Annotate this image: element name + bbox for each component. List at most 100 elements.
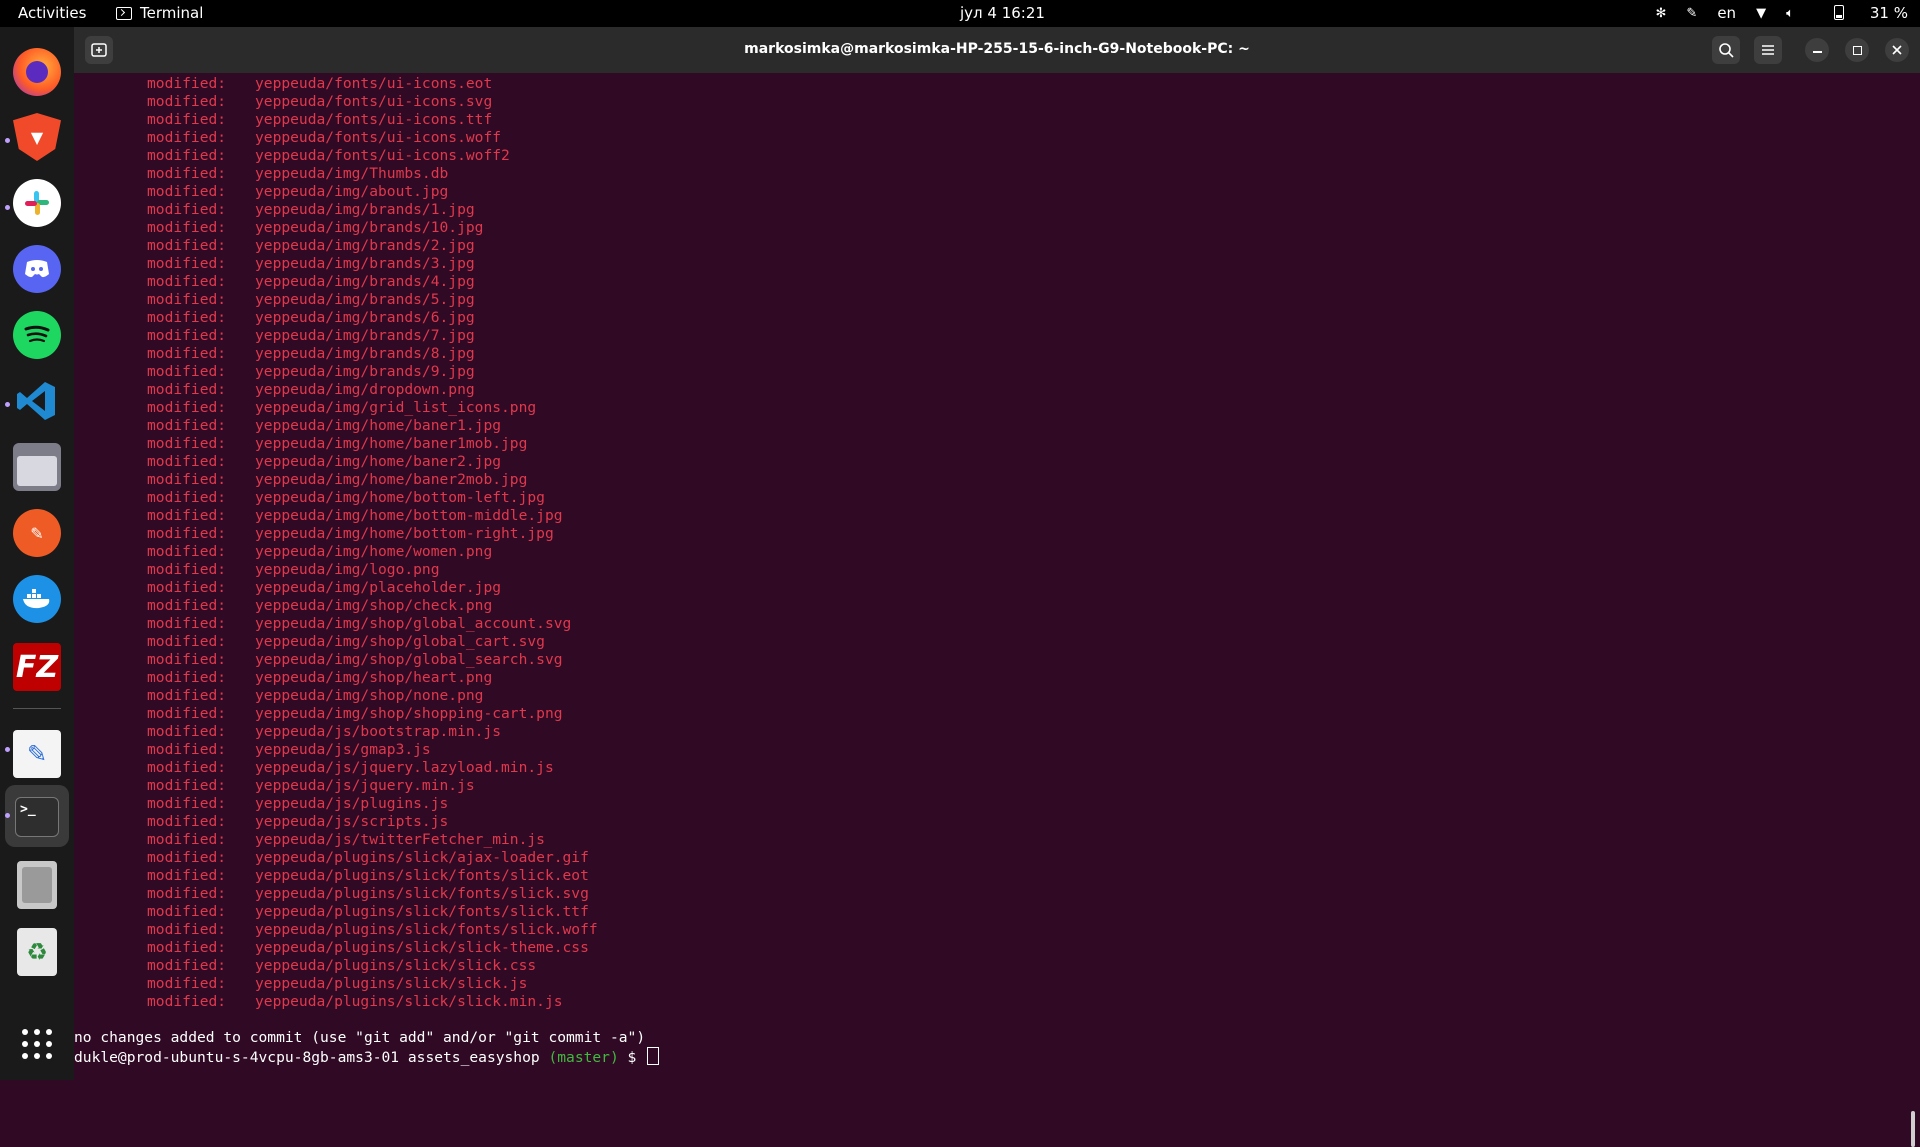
file-path: yeppeuda/img/shop/global_search.svg — [255, 651, 563, 668]
filezilla-icon[interactable]: FZ — [13, 643, 61, 691]
text-editor-icon[interactable]: ✎ — [13, 730, 61, 778]
search-icon — [1719, 43, 1734, 58]
firefox-icon[interactable] — [13, 48, 61, 96]
status-keyword: modified: — [147, 75, 227, 92]
file-path: yeppeuda/js/jquery.lazyload.min.js — [255, 759, 554, 776]
system-tray[interactable]: ✻ ✎ en ▼ 🔈︎ 31 % — [1636, 4, 1908, 22]
running-indicator — [5, 747, 10, 752]
terminal-output[interactable]: modified: yeppeuda/fonts/ui-icons.eot modi… — [74, 73, 1920, 1147]
file-path: yeppeuda/plugins/slick/fonts/slick.svg — [255, 885, 589, 902]
file-path: yeppeuda/fonts/ui-icons.woff — [255, 129, 502, 146]
file-path: yeppeuda/img/brands/3.jpg — [255, 255, 475, 272]
file-path: yeppeuda/fonts/ui-icons.woff2 — [255, 147, 510, 164]
file-path: yeppeuda/img/home/bottom-middle.jpg — [255, 507, 563, 524]
file-path: yeppeuda/img/brands/9.jpg — [255, 363, 475, 380]
battery-icon — [1833, 5, 1844, 20]
file-path: yeppeuda/plugins/slick/fonts/slick.eot — [255, 867, 589, 884]
status-keyword: modified: — [147, 525, 227, 542]
activities-button[interactable]: Activities — [18, 4, 86, 22]
status-keyword: modified: — [147, 183, 227, 200]
restore-icon — [1852, 45, 1862, 55]
status-keyword: modified: — [147, 813, 227, 830]
status-keyword: modified: — [147, 417, 227, 434]
file-path: yeppeuda/img/shop/global_account.svg — [255, 615, 572, 632]
app-name: Terminal — [140, 4, 204, 22]
status-keyword: modified: — [147, 453, 227, 470]
file-path: yeppeuda/img/home/baner2.jpg — [255, 453, 502, 470]
scrollbar[interactable] — [1911, 1111, 1915, 1147]
file-path: yeppeuda/img/shop/shopping-cart.png — [255, 705, 563, 722]
file-path: yeppeuda/img/brands/8.jpg — [255, 345, 475, 362]
file-path: yeppeuda/img/shop/heart.png — [255, 669, 493, 686]
docker-logo — [23, 589, 50, 609]
status-keyword: modified: — [147, 381, 227, 398]
language-indicator[interactable]: en — [1717, 4, 1736, 22]
slack-icon[interactable] — [13, 179, 61, 227]
prompt-branch: (master) — [548, 1049, 619, 1066]
app-menu[interactable]: Terminal — [116, 4, 203, 22]
git-status-footer: no changes added to commit (use "git add… — [74, 1029, 646, 1046]
vscode-logo — [17, 382, 55, 420]
vscode-icon[interactable] — [13, 377, 61, 425]
restore-button[interactable] — [1845, 38, 1869, 62]
shell-prompt[interactable]: dukle@prod-ubuntu-s-4vcpu-8gb-ams3-01 as… — [74, 1047, 660, 1066]
pen-icon[interactable]: ✎ — [1686, 6, 1697, 21]
running-indicator — [5, 138, 10, 143]
discord-logo — [25, 260, 49, 278]
file-path: yeppeuda/img/about.jpg — [255, 183, 449, 200]
file-path: yeppeuda/js/jquery.min.js — [255, 777, 475, 794]
disks-icon[interactable] — [17, 861, 57, 909]
file-path: yeppeuda/js/bootstrap.min.js — [255, 723, 502, 740]
extension-icon[interactable]: ✻ — [1656, 6, 1667, 21]
close-button[interactable] — [1885, 38, 1909, 62]
status-keyword: modified: — [147, 759, 227, 776]
docker-icon[interactable] — [13, 575, 61, 623]
trash-icon[interactable]: ♻ — [17, 928, 57, 976]
discord-icon[interactable] — [13, 245, 61, 293]
status-keyword: modified: — [147, 687, 227, 704]
wifi-icon[interactable]: ▼ — [1756, 6, 1766, 21]
brave-icon[interactable]: ▼ — [13, 113, 61, 161]
menu-button[interactable] — [1754, 36, 1782, 64]
status-keyword: modified: — [147, 507, 227, 524]
file-path: yeppeuda/img/Thumbs.db — [255, 165, 449, 182]
file-path: yeppeuda/img/brands/5.jpg — [255, 291, 475, 308]
status-keyword: modified: — [147, 939, 227, 956]
search-button[interactable] — [1712, 36, 1740, 64]
app-grid-icon[interactable] — [13, 1020, 61, 1068]
terminal-cursor — [647, 1047, 660, 1065]
status-keyword: modified: — [147, 237, 227, 254]
status-keyword: modified: — [147, 849, 227, 866]
volume-icon[interactable]: 🔈︎ — [1786, 6, 1794, 21]
clock[interactable]: јул 4 16:21 — [960, 4, 1045, 22]
status-keyword: modified: — [147, 633, 227, 650]
battery-indicator[interactable]: 31 % — [1814, 4, 1908, 22]
file-path: yeppeuda/js/gmap3.js — [255, 741, 431, 758]
file-path: yeppeuda/plugins/slick/slick.js — [255, 975, 528, 992]
terminal-header-bar: markosimka@markosimka-HP-255-15-6-inch-G… — [74, 27, 1920, 73]
spotify-icon[interactable] — [13, 311, 61, 359]
file-path: yeppeuda/img/shop/global_cart.svg — [255, 633, 545, 650]
file-path: yeppeuda/js/twitterFetcher_min.js — [255, 831, 545, 848]
status-keyword: modified: — [147, 543, 227, 560]
file-path: yeppeuda/img/home/women.png — [255, 543, 493, 560]
file-path: yeppeuda/img/brands/6.jpg — [255, 309, 475, 326]
status-keyword: modified: — [147, 363, 227, 380]
file-path: yeppeuda/img/brands/10.jpg — [255, 219, 484, 236]
file-path: yeppeuda/fonts/ui-icons.svg — [255, 93, 493, 110]
status-keyword: modified: — [147, 975, 227, 992]
file-path: yeppeuda/img/home/baner1.jpg — [255, 417, 502, 434]
postman-icon[interactable]: ✎ — [13, 509, 61, 557]
status-keyword: modified: — [147, 579, 227, 596]
file-path: yeppeuda/plugins/slick/fonts/slick.woff — [255, 921, 598, 938]
running-indicator — [5, 813, 10, 818]
file-path: yeppeuda/plugins/slick/slick-theme.css — [255, 939, 589, 956]
status-keyword: modified: — [147, 741, 227, 758]
status-keyword: modified: — [147, 471, 227, 488]
status-keyword: modified: — [147, 309, 227, 326]
spotify-logo — [24, 325, 50, 343]
minimize-button[interactable] — [1805, 38, 1829, 62]
status-keyword: modified: — [147, 597, 227, 614]
files-icon[interactable] — [13, 443, 61, 491]
terminal-icon[interactable]: >_ — [15, 797, 59, 837]
